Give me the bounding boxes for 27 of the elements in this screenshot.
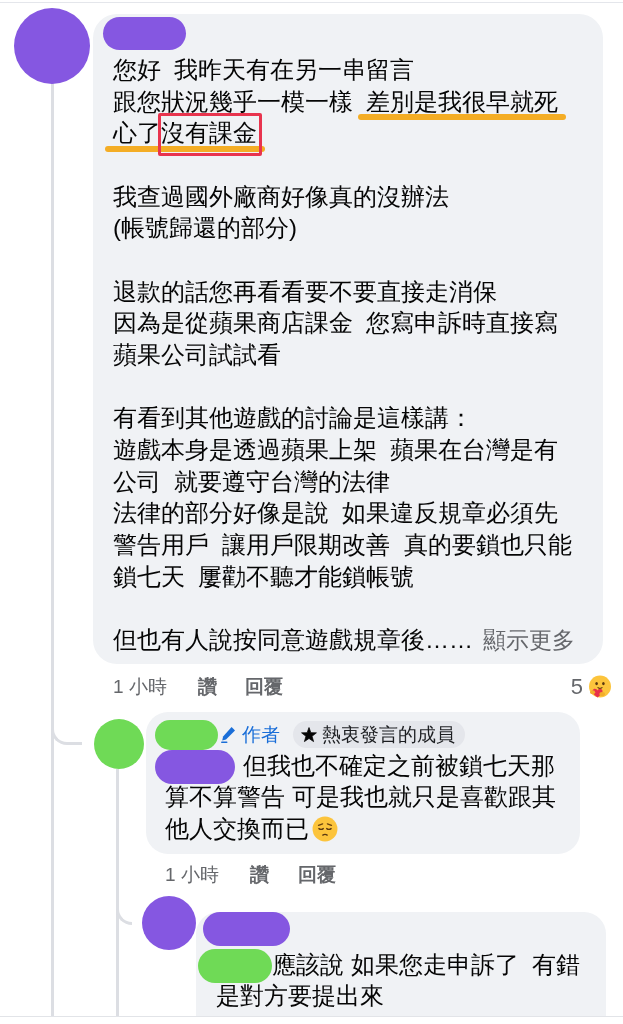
badge-text: 熱衷發言的成員 [322,722,455,747]
pencil-icon [221,726,236,744]
star-icon [301,726,317,743]
hugging-face-icon [588,674,612,699]
comment-text: 退款的話您再看看要不要直接走消保 [113,276,498,307]
reply-button[interactable]: 回覆 [244,673,283,700]
comment-text: 但我也不確定之前被鎖七天那算不算警告 可是我也就只是喜歡跟其他人交換而已 [165,751,556,843]
like-button[interactable]: 讚 [197,673,217,700]
comment-text: 但也有人說按同意遊戲規章後…… 顯示更多 [113,625,576,656]
comment-text: 遊戲本身是透過蘋果上架 蘋果在台灣是有公司 就要遵守台灣的法律 [113,435,560,497]
timestamp[interactable]: 1 小時 [165,861,219,888]
comment-text: 因為是從蘋果商店課金 您寫申訴時直接寫蘋果公司試試看 [113,308,560,371]
comment-text: 應該說 如果您走申訴了 有錯是對方要提出來 [216,950,580,1010]
comment-text: 法律的部分好像是說 如果違反規章必須先警告用戶 讓用戶限期改善 真的要鎖也只能鎖七天 屢勸不聽才能鎖帳號 [113,498,573,592]
avatar[interactable] [142,895,196,950]
like-button[interactable]: 讚 [249,861,269,888]
comment-text: 有看到其他遊戲的討論是這樣講： [113,403,474,434]
comment-text: 您好 我昨天有在另一串留言 [113,55,416,85]
author-label: 作者 [242,722,280,747]
see-more-link[interactable]: 顯示更多 [482,627,575,654]
member-badge[interactable]: 熱衷發言的成員 [293,721,465,749]
comment-text: 我查過國外廠商好像真的沒辦法 [113,181,450,212]
comment-text: (帳號歸還的部分) [113,213,298,244]
reply-button[interactable]: 回覆 [297,861,336,888]
timestamp[interactable]: 1 小時 [113,673,167,700]
pensive-face-icon [312,816,338,843]
reaction-count[interactable]: 5 [570,673,583,700]
